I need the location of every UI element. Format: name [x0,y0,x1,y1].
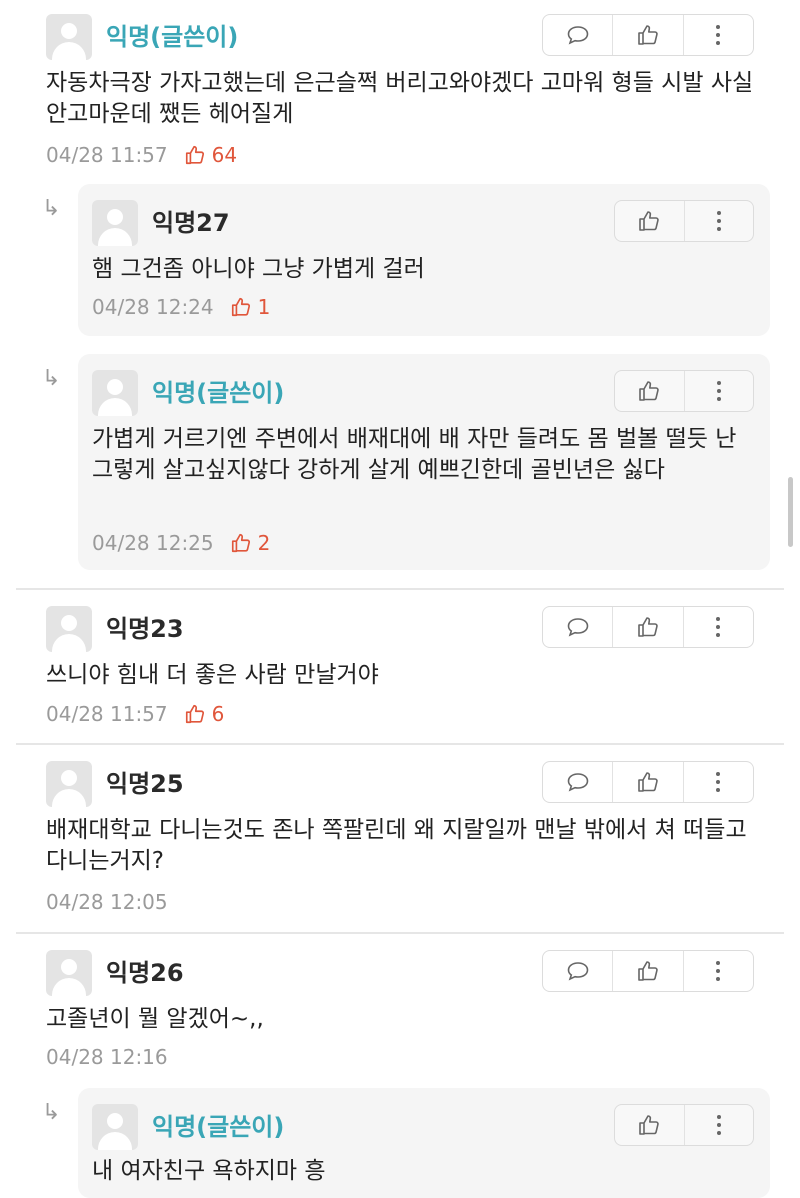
comment-meta: 04/28 12:05 [46,889,168,915]
like-count: 2 [230,530,271,556]
comment-time: 04/28 11:57 [46,143,168,167]
like-button[interactable] [615,201,684,241]
reply-actions [614,1104,754,1146]
reply-button[interactable] [543,951,612,991]
more-vertical-icon [716,25,721,45]
more-vertical-icon [716,211,721,231]
avatar [46,950,92,996]
like-button[interactable] [612,15,682,55]
comment-meta: 04/28 12:16 [46,1044,168,1070]
scrollbar[interactable] [788,477,793,547]
reply-meta: 04/28 12:24 1 [92,294,270,320]
thumbs-up-icon [639,1115,660,1135]
comment-time: 04/28 11:57 [46,702,168,726]
comment-actions [542,950,754,992]
reply-time: 04/28 12:24 [92,295,214,319]
like-count-value: 2 [257,531,271,555]
thumbs-up-icon [231,533,250,553]
reply-button[interactable] [543,15,612,55]
comment-text: 고졸년이 뭘 알겠어~,, [46,1006,264,1032]
reply: 익명(글쓴이) 가볍게 거르기엔 주변에서 배재대에 배 자만 들려도 몸 벌볼… [78,354,770,570]
like-button[interactable] [612,762,682,802]
more-vertical-icon [716,617,721,637]
more-vertical-icon [716,1115,721,1135]
comment-author: 익명23 [106,615,184,643]
thumbs-up-icon [185,704,204,724]
comment-meta: 04/28 11:57 6 [46,701,224,727]
reply-text: 내 여자친구 욕하지마 흥 [92,1158,326,1184]
thumbs-up-icon [638,961,658,981]
like-count: 6 [184,701,225,727]
like-count: 64 [184,142,237,168]
more-button[interactable] [683,371,754,411]
avatar [92,200,138,246]
comment-actions [542,14,754,56]
comment-actions [542,761,754,803]
comment-meta: 04/28 11:57 64 [46,142,237,168]
divider [16,588,784,590]
thumbs-up-icon [638,772,658,792]
more-button[interactable] [683,1105,754,1145]
divider [16,743,784,745]
thumbs-up-icon [638,25,658,45]
avatar [46,606,92,652]
like-button[interactable] [612,607,682,647]
avatar [46,761,92,807]
more-button[interactable] [682,607,753,647]
like-button[interactable] [615,371,684,411]
comment-author: 익명25 [106,770,184,798]
more-button[interactable] [683,201,754,241]
thumbs-up-icon [638,617,658,637]
thumbs-up-icon [639,211,660,231]
avatar [46,14,92,60]
reply-arrow-icon: ↳ [42,196,61,221]
thumbs-up-icon [639,381,660,401]
reply-actions [614,200,754,242]
reply-text: 가볍게 거르기엔 주변에서 배재대에 배 자만 들려도 몸 벌볼 떨듯 난 그렇… [92,426,737,483]
more-button[interactable] [682,15,753,55]
reply-arrow-icon: ↳ [42,366,61,391]
thumbs-up-icon [185,145,204,165]
more-button[interactable] [682,762,753,802]
comment-time: 04/28 12:16 [46,1045,168,1069]
like-count-value: 1 [257,295,271,319]
thumbs-up-icon [231,297,250,317]
reply-button[interactable] [543,762,612,802]
reply-actions [614,370,754,412]
avatar [92,370,138,416]
divider [16,932,784,934]
like-button[interactable] [612,951,682,991]
comment-author: 익명(글쓴이) [106,23,239,51]
more-button[interactable] [682,951,753,991]
speech-bubble-icon [567,618,588,637]
speech-bubble-icon [567,773,588,792]
more-vertical-icon [716,381,721,401]
more-vertical-icon [716,772,721,792]
like-count-value: 64 [211,143,238,167]
reply-text: 햄 그건좀 아니야 그냥 가볍게 걸러 [92,256,425,282]
like-count: 1 [230,294,271,320]
reply-author: 익명27 [152,209,230,237]
comment-actions [542,606,754,648]
reply: 익명(글쓴이) 내 여자친구 욕하지마 흥 [78,1088,770,1198]
comment-text: 자동차극장 가자고했는데 은근슬쩍 버리고와야겠다 고마워 형들 시발 사실 안… [46,70,754,127]
reply-time: 04/28 12:25 [92,531,214,555]
speech-bubble-icon [567,962,588,981]
more-vertical-icon [716,961,721,981]
reply-author: 익명(글쓴이) [152,1113,285,1141]
like-button[interactable] [615,1105,684,1145]
reply-author: 익명(글쓴이) [152,379,285,407]
comment-author: 익명26 [106,959,184,987]
reply: 익명27 햄 그건좀 아니야 그냥 가볍게 걸러 04/28 12:24 1 [78,184,770,336]
reply-meta: 04/28 12:25 2 [92,530,270,556]
like-count-value: 6 [211,702,225,726]
comment-time: 04/28 12:05 [46,890,168,914]
comment-text: 배재대학교 다니는것도 존나 쪽팔린데 왜 지랄일까 맨날 밖에서 쳐 떠들고 … [46,817,747,874]
avatar [92,1104,138,1150]
reply-arrow-icon: ↳ [42,1100,61,1125]
reply-button[interactable] [543,607,612,647]
speech-bubble-icon [567,26,588,45]
comment-text: 쓰니야 힘내 더 좋은 사람 만날거야 [46,662,379,688]
